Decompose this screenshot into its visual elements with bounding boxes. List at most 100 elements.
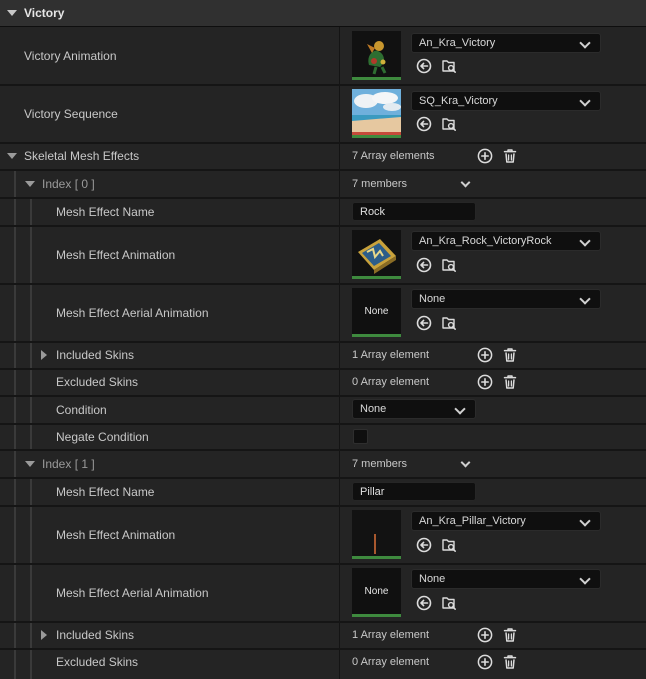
aerial-animation-thumbnail[interactable]: None bbox=[352, 288, 401, 337]
find-in-browser-icon[interactable] bbox=[441, 595, 457, 611]
mesh-effect-animation-combo[interactable]: An_Kra_Rock_VictoryRock bbox=[411, 231, 601, 251]
mesh-effect-name-label: Mesh Effect Name bbox=[56, 205, 155, 219]
aerial-animation-value: None bbox=[419, 293, 446, 305]
mesh-effect-name-value: Rock bbox=[360, 206, 386, 218]
mesh-effect-name-field[interactable]: Rock bbox=[352, 202, 476, 221]
mesh-effect-animation-combo[interactable]: An_Kra_Pillar_Victory bbox=[411, 511, 601, 531]
details-panel: Victory Victory Animation An_Kra_Victory bbox=[0, 0, 646, 679]
index-1-label: Index [ 1 ] bbox=[42, 457, 95, 471]
index-0-row: Index [ 0 ] 7 members bbox=[0, 171, 646, 197]
chevron-down-icon[interactable] bbox=[460, 177, 471, 188]
mesh-effect-name-field[interactable]: Pillar bbox=[352, 482, 476, 501]
collapse-arrow-icon[interactable] bbox=[7, 153, 17, 159]
mesh-effect-name-row: Mesh Effect Name Pillar bbox=[0, 479, 646, 505]
browse-back-icon[interactable] bbox=[416, 58, 432, 74]
mesh-effect-animation-row: Mesh Effect Animation An_Kra_Pillar_Vict… bbox=[0, 507, 646, 563]
browse-back-icon[interactable] bbox=[416, 537, 432, 553]
aerial-animation-thumbnail[interactable]: None bbox=[352, 568, 401, 617]
expand-arrow-icon[interactable] bbox=[41, 630, 47, 640]
delete-all-icon[interactable] bbox=[502, 654, 518, 670]
mesh-effect-animation-value: An_Kra_Pillar_Victory bbox=[419, 515, 526, 527]
category-title: Victory bbox=[24, 6, 65, 20]
included-skins-label: Included Skins bbox=[56, 348, 135, 362]
mesh-effect-aerial-animation-label: Mesh Effect Aerial Animation bbox=[56, 306, 209, 320]
excluded-skins-label: Excluded Skins bbox=[56, 375, 139, 389]
find-in-browser-icon[interactable] bbox=[441, 537, 457, 553]
find-in-browser-icon[interactable] bbox=[441, 257, 457, 273]
chevron-down-icon bbox=[579, 515, 591, 527]
add-element-icon[interactable] bbox=[477, 627, 493, 643]
mesh-effect-animation-value: An_Kra_Rock_VictoryRock bbox=[419, 235, 552, 247]
browse-back-icon[interactable] bbox=[416, 257, 432, 273]
aerial-animation-combo[interactable]: None bbox=[411, 289, 601, 309]
find-in-browser-icon[interactable] bbox=[441, 315, 457, 331]
chevron-down-icon bbox=[579, 235, 591, 247]
collapse-arrow-icon[interactable] bbox=[25, 181, 35, 187]
excluded-skins-count: 0 Array element bbox=[352, 656, 430, 668]
browse-back-icon[interactable] bbox=[416, 315, 432, 331]
add-element-icon[interactable] bbox=[477, 374, 493, 390]
chevron-down-icon[interactable] bbox=[460, 457, 471, 468]
chevron-down-icon bbox=[454, 403, 466, 415]
delete-all-icon[interactable] bbox=[502, 627, 518, 643]
index-0-label: Index [ 0 ] bbox=[42, 177, 95, 191]
skeletal-mesh-effects-row: Skeletal Mesh Effects 7 Array elements bbox=[0, 144, 646, 169]
excluded-skins-count: 0 Array element bbox=[352, 376, 430, 388]
victory-sequence-thumbnail[interactable] bbox=[352, 89, 401, 138]
mesh-effect-animation-label: Mesh Effect Animation bbox=[56, 248, 176, 262]
chevron-down-icon bbox=[579, 37, 591, 49]
mesh-effect-animation-thumbnail[interactable] bbox=[352, 230, 401, 279]
mesh-effect-animation-thumbnail[interactable] bbox=[352, 510, 401, 559]
skeletal-mesh-effects-label: Skeletal Mesh Effects bbox=[24, 149, 140, 163]
find-in-browser-icon[interactable] bbox=[441, 116, 457, 132]
negate-condition-row: Negate Condition bbox=[0, 425, 646, 449]
condition-row: Condition None bbox=[0, 397, 646, 423]
find-in-browser-icon[interactable] bbox=[441, 58, 457, 74]
victory-sequence-value: SQ_Kra_Victory bbox=[419, 95, 498, 107]
index-1-row: Index [ 1 ] 7 members bbox=[0, 451, 646, 477]
included-skins-row: Included Skins 1 Array element bbox=[0, 343, 646, 368]
condition-combo[interactable]: None bbox=[352, 399, 476, 419]
chevron-down-icon bbox=[579, 573, 591, 585]
mesh-effect-aerial-animation-label: Mesh Effect Aerial Animation bbox=[56, 586, 209, 600]
index-1-members: 7 members bbox=[352, 458, 408, 470]
excluded-skins-row: Excluded Skins 0 Array element bbox=[0, 650, 646, 679]
victory-animation-value: An_Kra_Victory bbox=[419, 37, 496, 49]
expand-arrow-icon[interactable] bbox=[41, 350, 47, 360]
mesh-effect-name-row: Mesh Effect Name Rock bbox=[0, 199, 646, 225]
index-0-members: 7 members bbox=[352, 178, 408, 190]
delete-all-icon[interactable] bbox=[502, 347, 518, 363]
collapse-arrow-icon[interactable] bbox=[7, 10, 17, 16]
mesh-effect-name-value: Pillar bbox=[360, 486, 385, 498]
thumbnail-none-text: None bbox=[364, 585, 389, 597]
add-element-icon[interactable] bbox=[477, 347, 493, 363]
delete-all-icon[interactable] bbox=[502, 374, 518, 390]
condition-value: None bbox=[360, 403, 387, 415]
array-count: 7 Array elements bbox=[352, 150, 435, 162]
browse-back-icon[interactable] bbox=[416, 116, 432, 132]
add-element-icon[interactable] bbox=[477, 148, 493, 164]
negate-condition-label: Negate Condition bbox=[56, 430, 149, 444]
chevron-down-icon bbox=[579, 293, 591, 305]
included-skins-label: Included Skins bbox=[56, 628, 135, 642]
victory-sequence-combo[interactable]: SQ_Kra_Victory bbox=[411, 91, 601, 111]
thumbnail-none-text: None bbox=[364, 305, 389, 317]
aerial-animation-combo[interactable]: None bbox=[411, 569, 601, 589]
mesh-effect-animation-label: Mesh Effect Animation bbox=[56, 528, 176, 542]
included-skins-count: 1 Array element bbox=[352, 349, 430, 361]
mesh-effect-aerial-animation-row: Mesh Effect Aerial Animation None None bbox=[0, 565, 646, 621]
negate-condition-checkbox[interactable] bbox=[353, 429, 368, 444]
included-skins-count: 1 Array element bbox=[352, 629, 430, 641]
chevron-down-icon bbox=[579, 95, 591, 107]
victory-animation-thumbnail[interactable] bbox=[352, 31, 401, 80]
browse-back-icon[interactable] bbox=[416, 595, 432, 611]
excluded-skins-label: Excluded Skins bbox=[56, 655, 139, 669]
victory-animation-combo[interactable]: An_Kra_Victory bbox=[411, 33, 601, 53]
add-element-icon[interactable] bbox=[477, 654, 493, 670]
delete-all-icon[interactable] bbox=[502, 148, 518, 164]
victory-sequence-label: Victory Sequence bbox=[24, 107, 118, 121]
included-skins-row: Included Skins 1 Array element bbox=[0, 623, 646, 648]
mesh-effect-aerial-animation-row: Mesh Effect Aerial Animation None None bbox=[0, 285, 646, 341]
collapse-arrow-icon[interactable] bbox=[25, 461, 35, 467]
category-victory-header[interactable]: Victory bbox=[0, 0, 646, 27]
